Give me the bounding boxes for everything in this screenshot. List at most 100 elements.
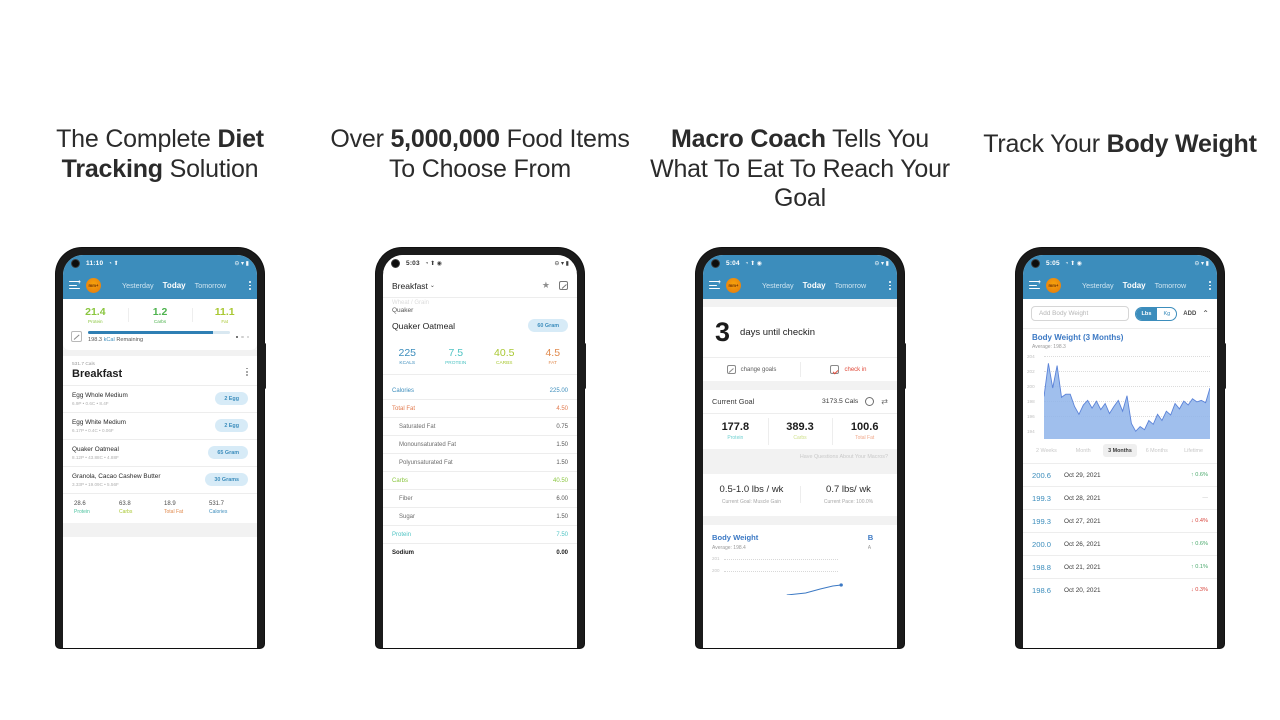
body-weight-input[interactable]: Add Body Weight xyxy=(1031,306,1129,321)
front-camera-punchhole xyxy=(711,259,720,268)
weight-entry-row[interactable]: 200.6 Oct 29, 2021 ↑ 0.6% xyxy=(1023,464,1217,486)
tab-tomorrow[interactable]: Tomorrow xyxy=(835,281,867,290)
check-in-button[interactable]: check in xyxy=(800,358,897,381)
tab-yesterday[interactable]: Yesterday xyxy=(1082,281,1114,290)
food-name: Granola, Cacao Cashew Butter xyxy=(72,472,161,480)
weight-entry-row[interactable]: 199.3 Oct 27, 2021 ↓ 0.4% xyxy=(1023,510,1217,532)
section-gap xyxy=(63,522,257,537)
tab-tomorrow[interactable]: Tomorrow xyxy=(195,281,227,290)
body-fat-average: A xyxy=(867,544,872,551)
tab-today[interactable]: Today xyxy=(163,281,186,290)
nutrition-line: Calories 225.00 xyxy=(383,382,577,399)
page-indicator-dots[interactable] xyxy=(235,335,249,338)
nutrient-value: 7.50 xyxy=(556,531,568,538)
overflow-menu-icon[interactable] xyxy=(887,281,891,290)
weight-entry-row[interactable]: 199.3 Oct 28, 2021 — xyxy=(1023,487,1217,509)
macro-summary-card: 21.4 Protein 1.2 Carbs 11.1 Fat 198.3 kC… xyxy=(63,299,257,350)
add-button[interactable]: ADD xyxy=(1183,311,1196,317)
food-quantity-pill[interactable]: 65 Gram xyxy=(208,446,248,459)
body-weight-preview-card: Body Weight Average: 198.4 201 200 B A xyxy=(703,525,897,595)
change-goals-button[interactable]: change goals xyxy=(703,358,800,381)
food-list-item[interactable]: Quaker Oatmeal 8.12P • 43.88C • 4.88F 65… xyxy=(63,440,257,466)
body-weight-area-chart xyxy=(1044,354,1210,439)
unit-lbs[interactable]: Lbs xyxy=(1135,307,1158,320)
weight-date: Oct 29, 2021 xyxy=(1064,471,1101,479)
mini-chart: 201 200 xyxy=(712,556,843,596)
range-3-months[interactable]: 3 Months xyxy=(1102,444,1138,457)
unit-kg[interactable]: Kg xyxy=(1157,308,1176,320)
section-gap xyxy=(703,516,897,525)
serving-size-pill[interactable]: 60 Gram xyxy=(528,319,568,332)
remaining-value: 198.3 xyxy=(88,336,102,343)
nutrient-value: 225.00 xyxy=(549,387,568,394)
tab-tomorrow[interactable]: Tomorrow xyxy=(1155,281,1187,290)
overflow-menu-icon[interactable] xyxy=(1207,281,1211,290)
food-list-item[interactable]: Granola, Cacao Cashew Butter 3.33P • 19.… xyxy=(63,467,257,493)
weight-delta: ↑ 0.6% xyxy=(1190,472,1208,478)
nutrient-name: Fiber xyxy=(399,495,413,502)
menu-icon[interactable]: + xyxy=(1029,280,1041,290)
checkin-countdown: 3 days until checkin xyxy=(703,307,897,357)
tab-yesterday[interactable]: Yesterday xyxy=(762,281,794,290)
range-2-weeks[interactable]: 2 Weeks xyxy=(1029,444,1064,457)
header-icons: ★ xyxy=(542,280,568,291)
headline-pre: The Complete xyxy=(56,125,218,153)
summary-carbs: 40.5 CARBS xyxy=(480,347,529,366)
range-6-months[interactable]: 6 Months xyxy=(1139,444,1174,457)
chart-average: Average: 198.3 xyxy=(1032,344,1066,350)
nutrition-line: Polyunsaturated Fat 1.50 xyxy=(383,454,577,471)
weight-date: Oct 26, 2021 xyxy=(1064,540,1101,548)
clock-icon[interactable] xyxy=(865,397,875,406)
food-list-item[interactable]: Egg Whole Medium 6.9P • 0.6C • 8.4F 2 Eg… xyxy=(63,386,257,412)
total-calories-value: 531.7 xyxy=(209,500,225,507)
total-protein-value: 28.6 xyxy=(74,500,86,507)
nutrient-value: 0.75 xyxy=(556,423,568,430)
food-quantity-pill[interactable]: 2 Egg xyxy=(215,392,248,405)
nutrition-line: Sugar 1.50 xyxy=(383,508,577,525)
panel-1-headline: The Complete Diet Tracking Solution xyxy=(8,125,312,184)
unit-toggle[interactable]: Lbs Kg xyxy=(1134,306,1178,321)
food-quantity-pill[interactable]: 30 Grams xyxy=(205,473,248,486)
chevron-up-icon[interactable]: ⌃ xyxy=(1202,309,1209,318)
change-goals-label: change goals xyxy=(740,366,777,373)
menu-icon[interactable]: + xyxy=(709,280,721,290)
chevron-down-icon[interactable]: ⌄ xyxy=(430,282,435,289)
range-lifetime[interactable]: Lifetime xyxy=(1176,444,1211,457)
favorite-star-icon[interactable]: ★ xyxy=(542,280,550,291)
status-bar: 5:05 ◔ ⬆ ◉ ⊖ ▾ ▮ xyxy=(1023,255,1217,272)
overflow-menu-icon[interactable] xyxy=(247,281,251,290)
food-list-item[interactable]: Egg White Medium 6.17P • 0.4C • 0.06F 2 … xyxy=(63,413,257,439)
weight-entry-row[interactable]: 200.0 Oct 26, 2021 ↑ 0.6% xyxy=(1023,533,1217,555)
edit-pencil-icon[interactable] xyxy=(71,331,82,343)
weight-entry-row[interactable]: 198.6 Oct 20, 2021 ↓ 0.3% xyxy=(1023,579,1217,601)
macro-carbs-value: 1.2 xyxy=(152,306,168,318)
macro-protein: 21.4 Protein xyxy=(63,306,128,324)
phone-2-screen: 5:03 ◔ ⬆ ◉ ⊖ ▾ ▮ Breakfast ⌄ ★ Wheat / G… xyxy=(383,255,577,648)
goal-protein-value: 177.8 xyxy=(721,421,750,433)
total-calories: 531.7 Calories xyxy=(205,501,250,515)
macros-help-link[interactable]: Have Questions About Your Macros? xyxy=(703,449,897,465)
meal-overflow-icon[interactable] xyxy=(246,362,248,377)
food-quantity-pill[interactable]: 2 Egg xyxy=(215,419,248,432)
edit-pencil-icon[interactable] xyxy=(559,281,568,290)
app-bar: + mm+ Yesterday Today Tomorrow xyxy=(703,272,897,299)
goal-macro-row: 177.8 Protein 389.3 Carbs 100.6 Total Fa… xyxy=(703,414,897,449)
range-month[interactable]: Month xyxy=(1066,444,1101,457)
tab-today[interactable]: Today xyxy=(1123,281,1146,290)
headline-bold: Macro Coach xyxy=(671,125,826,153)
tab-today[interactable]: Today xyxy=(803,281,826,290)
goal-protein-label: Protein xyxy=(727,435,744,441)
swap-icon[interactable]: ⇄ xyxy=(881,397,888,406)
tab-yesterday[interactable]: Yesterday xyxy=(122,281,154,290)
summary-kcals: 225 KCALS xyxy=(383,347,432,366)
menu-icon[interactable]: + xyxy=(69,280,81,290)
weight-value: 200.6 xyxy=(1032,470,1052,480)
weight-entry-row[interactable]: 198.8 Oct 21, 2021 ↑ 0.1% xyxy=(1023,556,1217,578)
days-until-checkin-label: days until checkin xyxy=(740,327,816,338)
meal-selector-label[interactable]: Breakfast xyxy=(392,281,428,291)
calorie-progress-bar xyxy=(88,331,230,334)
total-carbs-value: 63.8 xyxy=(119,500,131,507)
total-carbs-label: Carbs xyxy=(119,508,133,515)
status-left-icons: ◔ ⬆ xyxy=(108,260,119,267)
